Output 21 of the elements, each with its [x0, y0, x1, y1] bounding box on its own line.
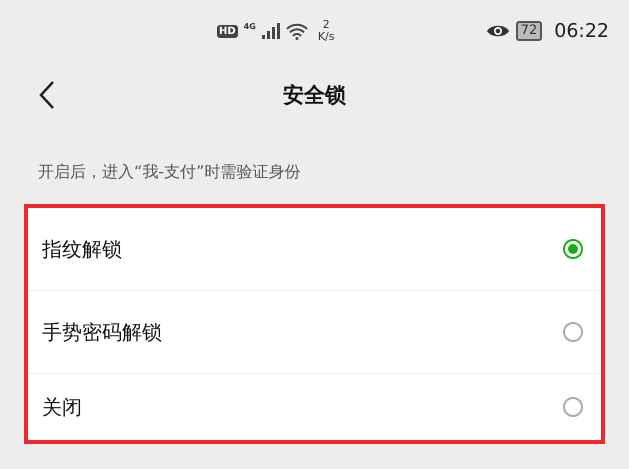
page-title: 安全锁	[283, 82, 346, 109]
wifi-icon	[286, 22, 308, 40]
back-icon[interactable]	[38, 80, 56, 110]
clock-time: 06:22	[554, 20, 609, 42]
option-row[interactable]: 关闭	[28, 374, 601, 440]
option-label: 关闭	[42, 394, 83, 420]
speed-unit: K/s	[318, 31, 334, 43]
eye-icon	[486, 23, 510, 39]
radio-button[interactable]	[563, 239, 583, 259]
network-type: 4G	[244, 22, 256, 30]
signal-icon	[262, 23, 280, 39]
speed-value: 2	[322, 19, 330, 31]
option-label: 手势密码解锁	[42, 318, 163, 346]
hd-badge: HD	[217, 24, 238, 38]
battery-level: 72	[516, 21, 542, 41]
option-row[interactable]: 手势密码解锁	[28, 291, 601, 374]
radio-button[interactable]	[563, 397, 583, 417]
option-label: 指纹解锁	[42, 236, 123, 262]
radio-button[interactable]	[563, 322, 583, 342]
hint-text: 开启后，进入“我-支付”时需验证身份	[37, 161, 302, 183]
option-row[interactable]: 指纹解锁	[28, 208, 601, 291]
